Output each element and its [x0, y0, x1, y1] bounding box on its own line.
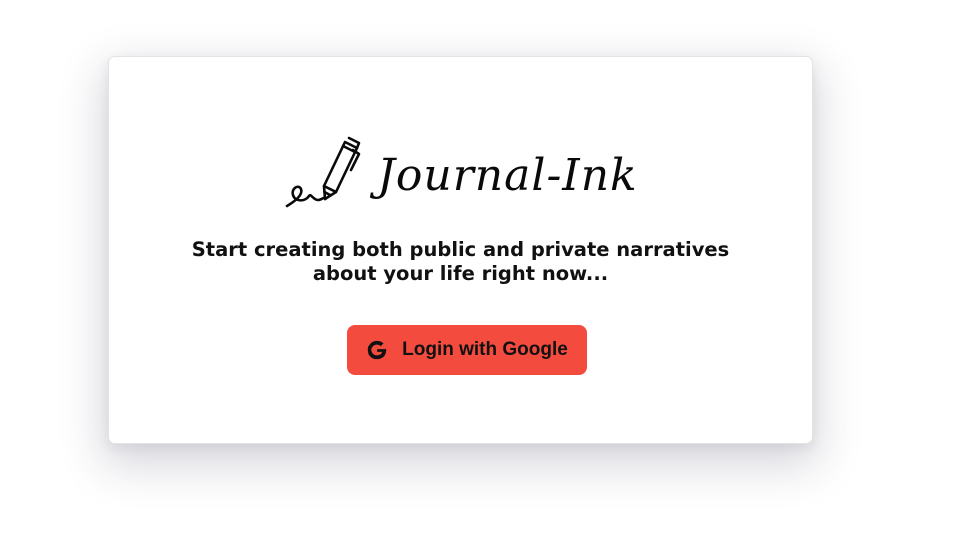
- tagline: Start creating both public and private n…: [109, 238, 812, 286]
- google-g-icon: [367, 340, 387, 360]
- login-card: Journal-Ink Start creating both public a…: [108, 56, 813, 444]
- tagline-line-1: Start creating both public and private n…: [191, 238, 730, 261]
- page-background: Journal-Ink Start creating both public a…: [0, 0, 959, 537]
- app-title: Journal-Ink: [377, 149, 638, 201]
- login-with-google-button[interactable]: Login with Google: [347, 325, 587, 375]
- brand-header: Journal-Ink: [109, 133, 812, 213]
- pen-signature-icon: [285, 136, 361, 208]
- tagline-line-2: about your life right now...: [312, 262, 609, 285]
- login-button-label: Login with Google: [402, 339, 568, 360]
